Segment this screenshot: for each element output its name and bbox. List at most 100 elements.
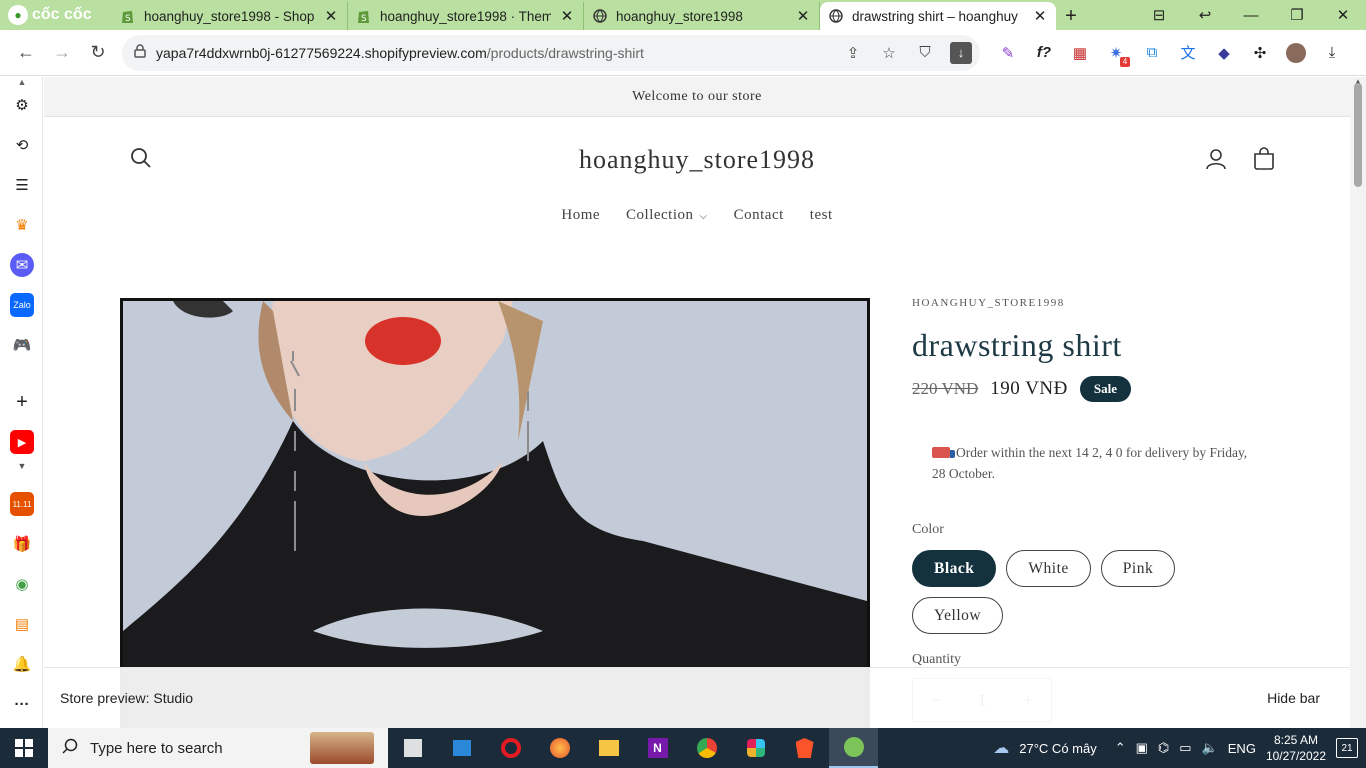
extension-badge: 4 xyxy=(1120,56,1130,67)
menu-item-test[interactable]: test xyxy=(810,207,833,224)
color-option-yellow[interactable]: Yellow xyxy=(912,597,1004,634)
svg-text:S: S xyxy=(125,14,131,24)
gift-icon[interactable]: 🎁 xyxy=(10,532,34,556)
puzzle-color-icon[interactable]: ✷ 4 xyxy=(1098,35,1134,71)
weather-text[interactable]: 27°C Có mây xyxy=(1019,741,1096,756)
slack-icon[interactable] xyxy=(731,728,780,768)
chevron-up-icon[interactable]: ⌃ xyxy=(1115,740,1126,756)
tab-title: drawstring shirt – hoanghuy xyxy=(852,8,1018,24)
page-viewport: Welcome to our store hoanghuy_store1998 … xyxy=(44,77,1350,728)
lock-icon[interactable] xyxy=(134,44,146,61)
bell-icon[interactable]: 🔔 xyxy=(10,652,34,676)
url-host: yapa7r4ddxwrnb0j-61277569224.shopifyprev… xyxy=(156,44,487,61)
store-logo[interactable]: hoanghuy_store1998 xyxy=(44,145,1350,175)
tab-shopify-admin[interactable]: S hoanghuy_store1998 - Shop ✕ xyxy=(112,2,348,30)
color-option-black[interactable]: Black xyxy=(912,550,997,587)
downloads-icon[interactable]: ⤓ xyxy=(1314,35,1350,71)
diamond-icon[interactable]: ◆ xyxy=(1206,35,1242,71)
windows-taskbar: Type here to search N ☁ 27°C Có mây ⌃ ▣ … xyxy=(0,728,1366,768)
volume-icon[interactable]: 🔈 xyxy=(1202,740,1218,756)
history-icon[interactable]: ⟲ xyxy=(10,133,34,157)
share-icon[interactable]: ⇪ xyxy=(838,38,868,68)
list-icon[interactable]: ☰ xyxy=(10,173,34,197)
tab-search-icon[interactable]: ⊟ xyxy=(1136,0,1182,30)
profile-avatar[interactable] xyxy=(1278,35,1314,71)
hide-bar-button[interactable]: Hide bar xyxy=(1267,690,1320,706)
menu-item-contact[interactable]: Contact xyxy=(734,207,784,224)
ms-store-icon[interactable] xyxy=(437,728,486,768)
opera-icon[interactable] xyxy=(486,728,535,768)
menu-item-home[interactable]: Home xyxy=(561,207,600,224)
zalo-icon[interactable]: Zalo xyxy=(10,293,34,317)
product-image[interactable] xyxy=(120,298,870,728)
feather-icon[interactable]: ✎ xyxy=(990,35,1026,71)
clock[interactable]: 8:25 AM 10/27/2022 xyxy=(1266,732,1326,764)
account-icon[interactable] xyxy=(1204,147,1228,176)
forward-button[interactable]: → xyxy=(44,35,80,71)
crown-icon[interactable]: ♛ xyxy=(10,213,34,237)
firefox-icon[interactable] xyxy=(535,728,584,768)
language-indicator[interactable]: ENG xyxy=(1228,741,1256,756)
reload-button[interactable]: ↻ xyxy=(80,35,116,71)
close-icon[interactable]: ✕ xyxy=(1032,7,1048,25)
gamepad-icon[interactable]: 🎮 xyxy=(10,333,34,357)
close-icon[interactable]: ✕ xyxy=(323,7,339,25)
windows-start-button[interactable] xyxy=(0,728,48,768)
taskbar-search[interactable]: Type here to search xyxy=(48,728,388,768)
youtube-icon[interactable]: ▶ xyxy=(10,430,34,454)
extensions-icon[interactable]: ✣ xyxy=(1242,35,1278,71)
onenote-icon[interactable]: N xyxy=(633,728,682,768)
notification-center[interactable]: 21 xyxy=(1336,738,1358,758)
close-icon[interactable]: ✕ xyxy=(795,7,811,25)
price-block: 220 VNĐ 190 VNĐ Sale xyxy=(912,376,1292,402)
globe-icon xyxy=(592,8,608,24)
close-window-button[interactable]: ✕ xyxy=(1320,0,1366,30)
address-bar[interactable]: yapa7r4ddxwrnb0j-61277569224.shopifyprev… xyxy=(122,34,980,71)
file-explorer-icon[interactable] xyxy=(584,728,633,768)
screenshot-icon[interactable]: ⧉ xyxy=(1134,35,1170,71)
brave-icon[interactable] xyxy=(780,728,829,768)
scrollbar-thumb[interactable] xyxy=(1354,83,1362,187)
messenger-icon[interactable]: ✉ xyxy=(10,253,34,277)
translate-icon[interactable]: 文 xyxy=(1170,35,1206,71)
cloud-icon[interactable]: ☁ xyxy=(993,738,1009,758)
coccoc-logo[interactable]: ● cốc cốc xyxy=(0,0,112,30)
search-icon xyxy=(62,738,78,758)
menu-item-collection[interactable]: Collection ⌵ xyxy=(626,207,708,224)
download-icon[interactable]: ↓ xyxy=(950,41,972,64)
minimize-button[interactable]: — xyxy=(1228,0,1274,30)
color-option-pink[interactable]: Pink xyxy=(1100,550,1176,587)
device-icon[interactable]: ▣ xyxy=(1136,740,1148,756)
task-view-icon[interactable] xyxy=(388,728,437,768)
system-tray: ☁ 27°C Có mây ⌃ ▣ ⌬ ▭ 🔈 ENG 8:25 AM 10/2… xyxy=(993,732,1366,764)
settings-icon[interactable]: ⚙ xyxy=(10,93,34,117)
battery-icon[interactable]: ▭ xyxy=(1179,740,1191,756)
restore-button[interactable]: ❐ xyxy=(1274,0,1320,30)
main-menu: Home Collection ⌵ Contact test xyxy=(44,207,1350,224)
back-arrow-icon[interactable]: ↩ xyxy=(1182,0,1228,30)
star-icon[interactable]: ☆ xyxy=(874,38,904,68)
shopee-icon[interactable]: 11.11 xyxy=(10,492,34,516)
font-icon[interactable]: f? xyxy=(1026,35,1062,71)
close-icon[interactable]: ✕ xyxy=(559,7,575,25)
shield-icon[interactable]: ⛉ xyxy=(910,38,940,68)
tab-drawstring-shirt[interactable]: drawstring shirt – hoanghuy ✕ xyxy=(820,2,1056,30)
preview-theme: Studio xyxy=(153,690,194,706)
collapse-up-icon[interactable]: ▲ xyxy=(10,77,34,87)
cart-icon[interactable] xyxy=(1252,147,1276,176)
new-tab-button[interactable]: + xyxy=(1056,2,1086,30)
tab-shopify-theme[interactable]: S hoanghuy_store1998 · Them ✕ xyxy=(348,2,584,30)
add-icon[interactable]: + xyxy=(10,390,34,414)
back-button[interactable]: ← xyxy=(8,35,44,71)
more-icon[interactable]: ··· xyxy=(10,692,34,716)
calendar-icon[interactable]: ▦ xyxy=(1062,35,1098,71)
network-icon[interactable]: ⌬ xyxy=(1158,740,1169,756)
coccoc-taskbar-icon[interactable] xyxy=(829,728,878,768)
cart-deal-icon[interactable]: ▤ xyxy=(10,612,34,636)
tab-store[interactable]: hoanghuy_store1998 ✕ xyxy=(584,2,820,30)
map-pin-icon[interactable]: ◉ xyxy=(10,572,34,596)
chevron-down-icon[interactable]: ▼ xyxy=(10,460,34,472)
page-scrollbar[interactable]: ▲ xyxy=(1350,77,1366,728)
chrome-icon[interactable] xyxy=(682,728,731,768)
color-option-white[interactable]: White xyxy=(1006,550,1091,587)
